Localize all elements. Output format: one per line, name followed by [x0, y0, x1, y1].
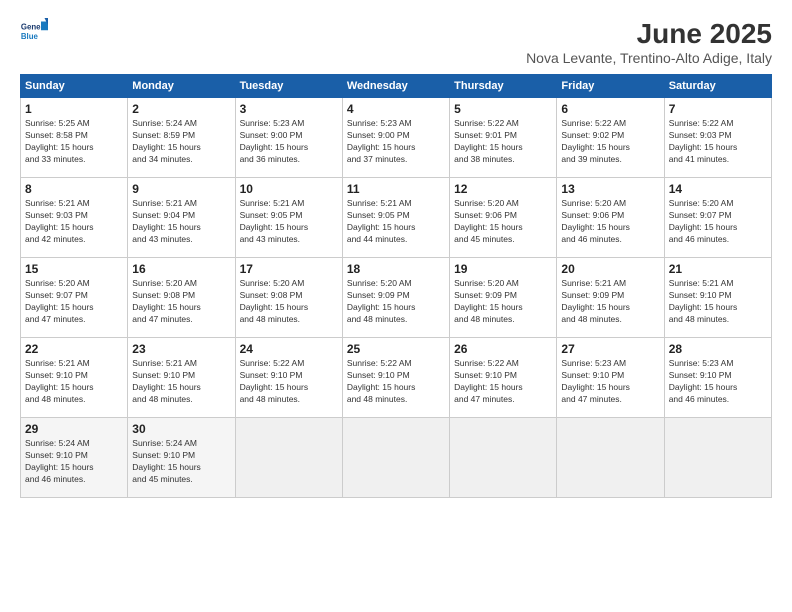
- table-row: 5Sunrise: 5:22 AMSunset: 9:01 PMDaylight…: [450, 98, 557, 178]
- table-row: 16Sunrise: 5:20 AMSunset: 9:08 PMDayligh…: [128, 258, 235, 338]
- week-row: 22Sunrise: 5:21 AMSunset: 9:10 PMDayligh…: [21, 338, 772, 418]
- table-row: [664, 418, 771, 498]
- title-block: June 2025 Nova Levante, Trentino-Alto Ad…: [526, 18, 772, 66]
- table-row: 22Sunrise: 5:21 AMSunset: 9:10 PMDayligh…: [21, 338, 128, 418]
- table-row: 25Sunrise: 5:22 AMSunset: 9:10 PMDayligh…: [342, 338, 449, 418]
- table-row: 21Sunrise: 5:21 AMSunset: 9:10 PMDayligh…: [664, 258, 771, 338]
- table-row: 27Sunrise: 5:23 AMSunset: 9:10 PMDayligh…: [557, 338, 664, 418]
- header-row: Sunday Monday Tuesday Wednesday Thursday…: [21, 75, 772, 98]
- week-row: 29Sunrise: 5:24 AMSunset: 9:10 PMDayligh…: [21, 418, 772, 498]
- col-monday: Monday: [128, 75, 235, 98]
- col-sunday: Sunday: [21, 75, 128, 98]
- table-row: 14Sunrise: 5:20 AMSunset: 9:07 PMDayligh…: [664, 178, 771, 258]
- table-row: 7Sunrise: 5:22 AMSunset: 9:03 PMDaylight…: [664, 98, 771, 178]
- table-row: 23Sunrise: 5:21 AMSunset: 9:10 PMDayligh…: [128, 338, 235, 418]
- week-row: 15Sunrise: 5:20 AMSunset: 9:07 PMDayligh…: [21, 258, 772, 338]
- logo: General Blue: [20, 18, 48, 46]
- table-row: 2Sunrise: 5:24 AMSunset: 8:59 PMDaylight…: [128, 98, 235, 178]
- table-row: 12Sunrise: 5:20 AMSunset: 9:06 PMDayligh…: [450, 178, 557, 258]
- table-row: [235, 418, 342, 498]
- col-friday: Friday: [557, 75, 664, 98]
- table-row: [557, 418, 664, 498]
- table-row: [342, 418, 449, 498]
- table-row: 10Sunrise: 5:21 AMSunset: 9:05 PMDayligh…: [235, 178, 342, 258]
- table-row: 6Sunrise: 5:22 AMSunset: 9:02 PMDaylight…: [557, 98, 664, 178]
- table-row: 30Sunrise: 5:24 AMSunset: 9:10 PMDayligh…: [128, 418, 235, 498]
- table-row: 19Sunrise: 5:20 AMSunset: 9:09 PMDayligh…: [450, 258, 557, 338]
- table-row: 11Sunrise: 5:21 AMSunset: 9:05 PMDayligh…: [342, 178, 449, 258]
- table-row: 29Sunrise: 5:24 AMSunset: 9:10 PMDayligh…: [21, 418, 128, 498]
- table-row: 15Sunrise: 5:20 AMSunset: 9:07 PMDayligh…: [21, 258, 128, 338]
- col-thursday: Thursday: [450, 75, 557, 98]
- logo-icon: General Blue: [20, 18, 48, 46]
- week-row: 1Sunrise: 5:25 AMSunset: 8:58 PMDaylight…: [21, 98, 772, 178]
- table-row: 18Sunrise: 5:20 AMSunset: 9:09 PMDayligh…: [342, 258, 449, 338]
- table-row: 24Sunrise: 5:22 AMSunset: 9:10 PMDayligh…: [235, 338, 342, 418]
- table-row: 17Sunrise: 5:20 AMSunset: 9:08 PMDayligh…: [235, 258, 342, 338]
- svg-text:Blue: Blue: [21, 32, 39, 41]
- header: General Blue June 2025 Nova Levante, Tre…: [20, 18, 772, 66]
- page: General Blue June 2025 Nova Levante, Tre…: [0, 0, 792, 612]
- col-saturday: Saturday: [664, 75, 771, 98]
- table-row: [450, 418, 557, 498]
- calendar-header: Sunday Monday Tuesday Wednesday Thursday…: [21, 75, 772, 98]
- col-wednesday: Wednesday: [342, 75, 449, 98]
- col-tuesday: Tuesday: [235, 75, 342, 98]
- calendar: Sunday Monday Tuesday Wednesday Thursday…: [20, 74, 772, 498]
- subtitle: Nova Levante, Trentino-Alto Adige, Italy: [526, 50, 772, 66]
- table-row: 4Sunrise: 5:23 AMSunset: 9:00 PMDaylight…: [342, 98, 449, 178]
- table-row: 26Sunrise: 5:22 AMSunset: 9:10 PMDayligh…: [450, 338, 557, 418]
- calendar-body: 1Sunrise: 5:25 AMSunset: 8:58 PMDaylight…: [21, 98, 772, 498]
- week-row: 8Sunrise: 5:21 AMSunset: 9:03 PMDaylight…: [21, 178, 772, 258]
- table-row: 20Sunrise: 5:21 AMSunset: 9:09 PMDayligh…: [557, 258, 664, 338]
- table-row: 13Sunrise: 5:20 AMSunset: 9:06 PMDayligh…: [557, 178, 664, 258]
- main-title: June 2025: [526, 18, 772, 50]
- table-row: 3Sunrise: 5:23 AMSunset: 9:00 PMDaylight…: [235, 98, 342, 178]
- table-row: 28Sunrise: 5:23 AMSunset: 9:10 PMDayligh…: [664, 338, 771, 418]
- table-row: 9Sunrise: 5:21 AMSunset: 9:04 PMDaylight…: [128, 178, 235, 258]
- table-row: 1Sunrise: 5:25 AMSunset: 8:58 PMDaylight…: [21, 98, 128, 178]
- table-row: 8Sunrise: 5:21 AMSunset: 9:03 PMDaylight…: [21, 178, 128, 258]
